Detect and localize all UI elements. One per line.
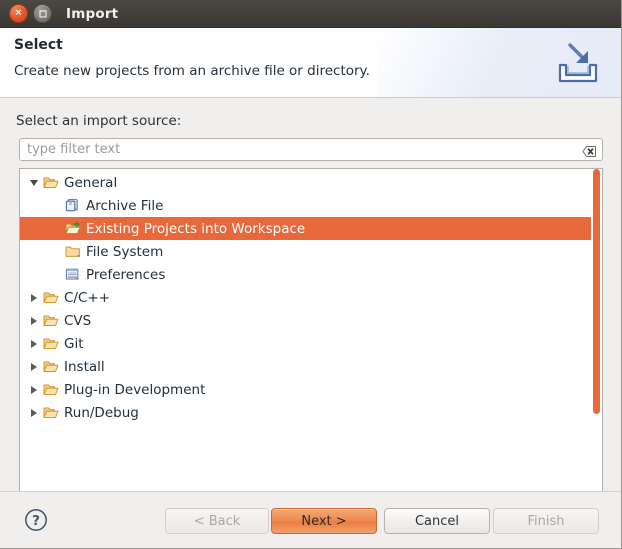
tree-item-file-system[interactable]: File System — [20, 240, 592, 263]
close-icon[interactable]: ✕ — [9, 4, 28, 23]
clear-field-icon[interactable] — [582, 143, 597, 157]
search-input[interactable] — [20, 140, 582, 159]
preferences-icon — [64, 267, 82, 283]
select-source-label: Select an import source: — [16, 113, 182, 129]
folder-open-icon — [42, 359, 60, 375]
tree-item-cvs[interactable]: CVS — [20, 309, 592, 332]
tree-item-archive-file[interactable]: Archive File — [20, 194, 592, 217]
wizard-header: Select Create new projects from an archi… — [0, 28, 622, 98]
archive-file-icon — [64, 198, 82, 214]
tree-item-label: Plug-in Development — [64, 381, 206, 398]
tree-item-plug-in-development[interactable]: Plug-in Development — [20, 378, 592, 401]
next-button[interactable]: Next > — [271, 508, 377, 534]
tree-item-label: C/C++ — [64, 289, 111, 306]
scrollbar-thumb[interactable] — [593, 169, 600, 414]
tree-item-label: Existing Projects into Workspace — [86, 220, 306, 237]
chevron-right-icon[interactable] — [26, 316, 42, 325]
import-dialog-window: ✕ Import Select Create new projects from… — [0, 0, 622, 549]
back-button[interactable]: < Back — [165, 508, 269, 534]
tree-item-git[interactable]: Git — [20, 332, 592, 355]
tree-item-label: Run/Debug — [64, 404, 139, 421]
tree-item-label: Archive File — [86, 197, 164, 214]
tree-rows: General Archive File Existing Projects int… — [20, 171, 592, 424]
finish-button[interactable]: Finish — [493, 508, 599, 534]
chevron-right-icon[interactable] — [26, 385, 42, 394]
window-title: Import — [66, 5, 119, 22]
folder-open-icon — [42, 405, 60, 421]
tree-item-preferences[interactable]: Preferences — [20, 263, 592, 286]
import-wizard-icon — [552, 37, 604, 89]
chevron-right-icon[interactable] — [26, 339, 42, 348]
chevron-right-icon[interactable] — [26, 293, 42, 302]
folder-open-icon — [42, 313, 60, 329]
tree-item-label: Git — [64, 335, 84, 352]
chevron-right-icon[interactable] — [26, 362, 42, 371]
tree-scrollbar[interactable] — [591, 169, 602, 513]
tree-item-general[interactable]: General — [20, 171, 592, 194]
tree-item-run-debug[interactable]: Run/Debug — [20, 401, 592, 424]
folder-open-icon — [42, 336, 60, 352]
help-question-icon[interactable]: ? — [24, 508, 48, 532]
folder-icon — [64, 244, 82, 260]
tree-item-label: CVS — [64, 312, 92, 329]
tree-item-label: General — [64, 174, 118, 191]
folder-open-icon — [42, 175, 60, 191]
tree-item-install[interactable]: Install — [20, 355, 592, 378]
maximize-glyph — [39, 10, 46, 17]
tree-item-existing-projects-into-workspace[interactable]: Existing Projects into Workspace — [20, 217, 592, 240]
tree-item-label: Install — [64, 358, 105, 375]
import-source-tree[interactable]: General Archive File Existing Projects int… — [19, 168, 603, 514]
tree-item-label: Preferences — [86, 266, 166, 283]
page-title: Select — [14, 37, 63, 53]
chevron-right-icon[interactable] — [26, 408, 42, 417]
maximize-icon[interactable] — [33, 4, 52, 23]
folder-open-icon — [42, 382, 60, 398]
close-glyph: ✕ — [14, 8, 23, 18]
filter-field[interactable] — [19, 138, 603, 161]
folder-open-icon — [42, 290, 60, 306]
chevron-down-icon[interactable] — [26, 179, 42, 186]
tree-item-label: File System — [86, 243, 164, 260]
cancel-button[interactable]: Cancel — [384, 508, 490, 534]
import-projects-icon — [64, 221, 82, 237]
title-bar: ✕ Import — [0, 0, 622, 28]
page-description: Create new projects from an archive file… — [14, 63, 370, 79]
tree-item-c-c[interactable]: C/C++ — [20, 286, 592, 309]
svg-text:?: ? — [32, 513, 40, 529]
dialog-body: Select an import source: General Archive … — [0, 98, 622, 514]
